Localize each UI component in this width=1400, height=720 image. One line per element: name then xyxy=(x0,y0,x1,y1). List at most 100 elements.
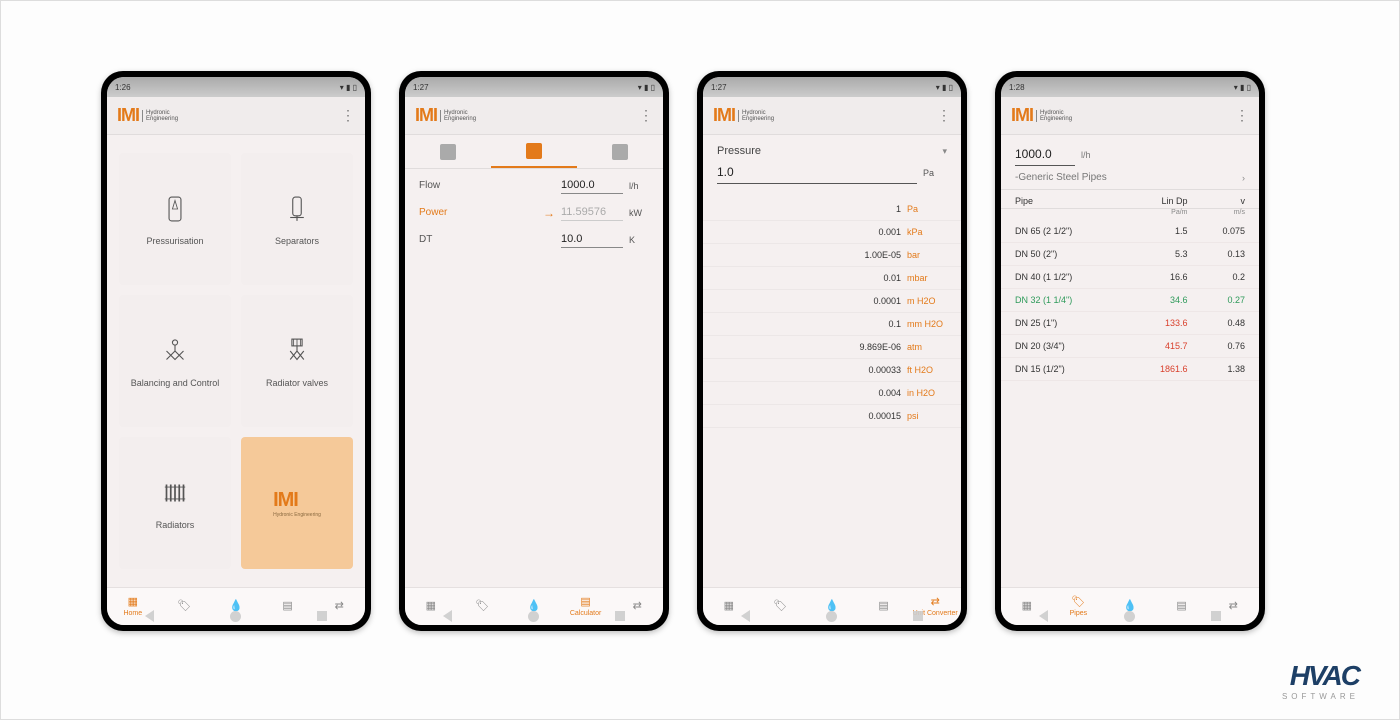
tab-power[interactable] xyxy=(491,135,577,168)
tile-pressurisation[interactable]: Pressurisation xyxy=(119,153,231,285)
tile-radiators[interactable]: Radiators xyxy=(119,437,231,569)
nav-pipes[interactable]: 🏷 xyxy=(159,588,211,625)
swap-icon: ⇄ xyxy=(633,601,642,612)
conversion-row: 1.00E-05bar xyxy=(703,244,961,267)
caret-down-icon: ▾ xyxy=(942,146,947,157)
radiator-icon xyxy=(158,476,192,510)
menu-kebab-icon[interactable]: ⋮ xyxy=(937,112,951,119)
swap-icon: ⇄ xyxy=(335,601,344,612)
pipe-row[interactable]: DN 25 (1")133.60.48 xyxy=(1001,312,1259,335)
tag-icon: 🏷 xyxy=(475,601,489,612)
pipe-table-body: DN 65 (2 1/2")1.50.075DN 50 (2")5.30.13D… xyxy=(1001,220,1259,381)
tile-radiator-valves[interactable]: Radiator valves xyxy=(241,295,353,427)
power-output xyxy=(561,204,623,221)
tag-icon: 🏷 xyxy=(1071,597,1085,608)
conversion-row: 0.004in H2O xyxy=(703,382,961,405)
tag-icon: 🏷 xyxy=(773,601,787,612)
nav-fluid[interactable]: 💧 xyxy=(806,588,858,625)
bottom-nav: ▦Home 🏷 💧 ▤ ⇄ xyxy=(107,587,365,625)
tab-icon xyxy=(612,144,628,160)
nav-fluid[interactable]: 💧 xyxy=(210,588,262,625)
brand-logo: IMI HydronicEngineering xyxy=(117,105,178,126)
tile-imi-logo: IMI xyxy=(273,489,321,512)
tile-imi[interactable]: IMI Hydronic Engineering xyxy=(241,437,353,569)
logo-text: IMI xyxy=(117,105,139,126)
tile-balancing[interactable]: Balancing and Control xyxy=(119,295,231,427)
app-header: IMI HydronicEngineering ⋮ xyxy=(107,97,365,135)
calc-icon: ▤ xyxy=(1176,601,1186,612)
calc-icon: ▤ xyxy=(580,597,590,608)
dt-input[interactable] xyxy=(561,231,623,248)
nav-ucon[interactable]: ⇄ xyxy=(611,588,663,625)
nav-calc[interactable]: ▤ xyxy=(262,588,314,625)
calc-icon: ▤ xyxy=(282,601,292,612)
balancing-icon xyxy=(158,334,192,368)
drop-icon: 💧 xyxy=(527,601,541,612)
pipe-row[interactable]: DN 20 (3/4")415.70.76 xyxy=(1001,335,1259,358)
phone-unit-converter: 1:27▾ ▮ ▯ IMIHydronicEngineering ⋮ Press… xyxy=(697,71,967,631)
pipe-row[interactable]: DN 50 (2")5.30.13 xyxy=(1001,243,1259,266)
row-dt: DT K xyxy=(419,231,649,248)
menu-kebab-icon[interactable]: ⋮ xyxy=(1235,112,1249,119)
conversion-row: 0.001kPa xyxy=(703,221,961,244)
phone-calculator: 1:27 ▾ ▮ ▯ IMI HydronicEngineering ⋮ xyxy=(399,71,669,631)
chevron-right-icon: › xyxy=(1242,173,1245,183)
nav-pipes[interactable]: 🏷 xyxy=(755,588,807,625)
pipe-flow-input[interactable] xyxy=(1015,143,1075,166)
conversion-row: 9.869E-06atm xyxy=(703,336,961,359)
pipe-row[interactable]: DN 32 (1 1/4")34.60.27 xyxy=(1001,289,1259,312)
drop-icon: 💧 xyxy=(229,601,243,612)
nav-home[interactable]: ▦ xyxy=(1001,588,1053,625)
nav-fluid[interactable]: 💧 xyxy=(1104,588,1156,625)
grid-icon: ▦ xyxy=(724,601,734,612)
nav-ucon[interactable]: ⇄ xyxy=(313,588,365,625)
nav-home[interactable]: ▦Home xyxy=(107,588,159,625)
tile-separators[interactable]: Separators xyxy=(241,153,353,285)
swap-icon: ⇄ xyxy=(931,597,940,608)
nav-pipes[interactable]: 🏷Pipes xyxy=(1053,588,1105,625)
menu-kebab-icon[interactable]: ⋮ xyxy=(341,112,355,119)
conversion-row: 0.01mbar xyxy=(703,267,961,290)
nav-fluid[interactable]: 💧 xyxy=(508,588,560,625)
footer-logo: HVAC SOFTWARE xyxy=(1282,660,1359,701)
nav-home[interactable]: ▦ xyxy=(405,588,457,625)
pipe-row[interactable]: DN 65 (2 1/2")1.50.075 xyxy=(1001,220,1259,243)
status-time: 1:27 xyxy=(413,83,429,92)
pipe-set-select[interactable]: -Generic Steel Pipes › xyxy=(1001,166,1259,190)
tab-icon xyxy=(440,144,456,160)
brand-logo: IMI HydronicEngineering xyxy=(415,105,476,126)
pressurisation-icon xyxy=(158,192,192,226)
tab-kv[interactable] xyxy=(405,135,491,168)
flow-input[interactable] xyxy=(561,177,623,194)
conversion-list: 1Pa0.001kPa1.00E-05bar0.01mbar0.0001m H2… xyxy=(703,198,961,428)
status-bar: 1:27 ▾ ▮ ▯ xyxy=(405,77,663,97)
conversion-row: 0.0001m H2O xyxy=(703,290,961,313)
conversion-row: 1Pa xyxy=(703,198,961,221)
status-bar: 1:26 ▾ ▮ ▯ xyxy=(107,77,365,97)
pipe-table-head: Pipe Lin Dp v xyxy=(1001,190,1259,209)
nav-home[interactable]: ▦ xyxy=(703,588,755,625)
uc-input[interactable] xyxy=(717,161,917,184)
nav-calc[interactable]: ▤ xyxy=(1156,588,1208,625)
grid-icon: ▦ xyxy=(1022,601,1032,612)
grid-icon: ▦ xyxy=(426,601,436,612)
tag-icon: 🏷 xyxy=(177,601,191,612)
nav-pipes[interactable]: 🏷 xyxy=(457,588,509,625)
pipe-table-units: Pa/m m/s xyxy=(1001,209,1259,220)
phone-pipes: 1:28▾ ▮ ▯ IMIHydronicEngineering ⋮ l/h -… xyxy=(995,71,1265,631)
calc-icon: ▤ xyxy=(878,601,888,612)
nav-calc[interactable]: ▤ xyxy=(858,588,910,625)
tab-icon xyxy=(526,143,542,159)
nav-ucon[interactable]: ⇄Unit Converter xyxy=(909,588,961,625)
pipe-row[interactable]: DN 40 (1 1/2")16.60.2 xyxy=(1001,266,1259,289)
category-select[interactable]: Pressure ▾ xyxy=(703,135,961,161)
menu-kebab-icon[interactable]: ⋮ xyxy=(639,112,653,119)
phone-home: 1:26 ▾ ▮ ▯ IMI HydronicEngineering ⋮ Pre… xyxy=(101,71,371,631)
nav-calc[interactable]: ▤Calculator xyxy=(560,588,612,625)
nav-ucon[interactable]: ⇄ xyxy=(1207,588,1259,625)
tab-other[interactable] xyxy=(577,135,663,168)
conversion-row: 0.00033ft H2O xyxy=(703,359,961,382)
radiator-valve-icon xyxy=(280,334,314,368)
calc-tabs xyxy=(405,135,663,169)
pipe-row[interactable]: DN 15 (1/2")1861.61.38 xyxy=(1001,358,1259,381)
